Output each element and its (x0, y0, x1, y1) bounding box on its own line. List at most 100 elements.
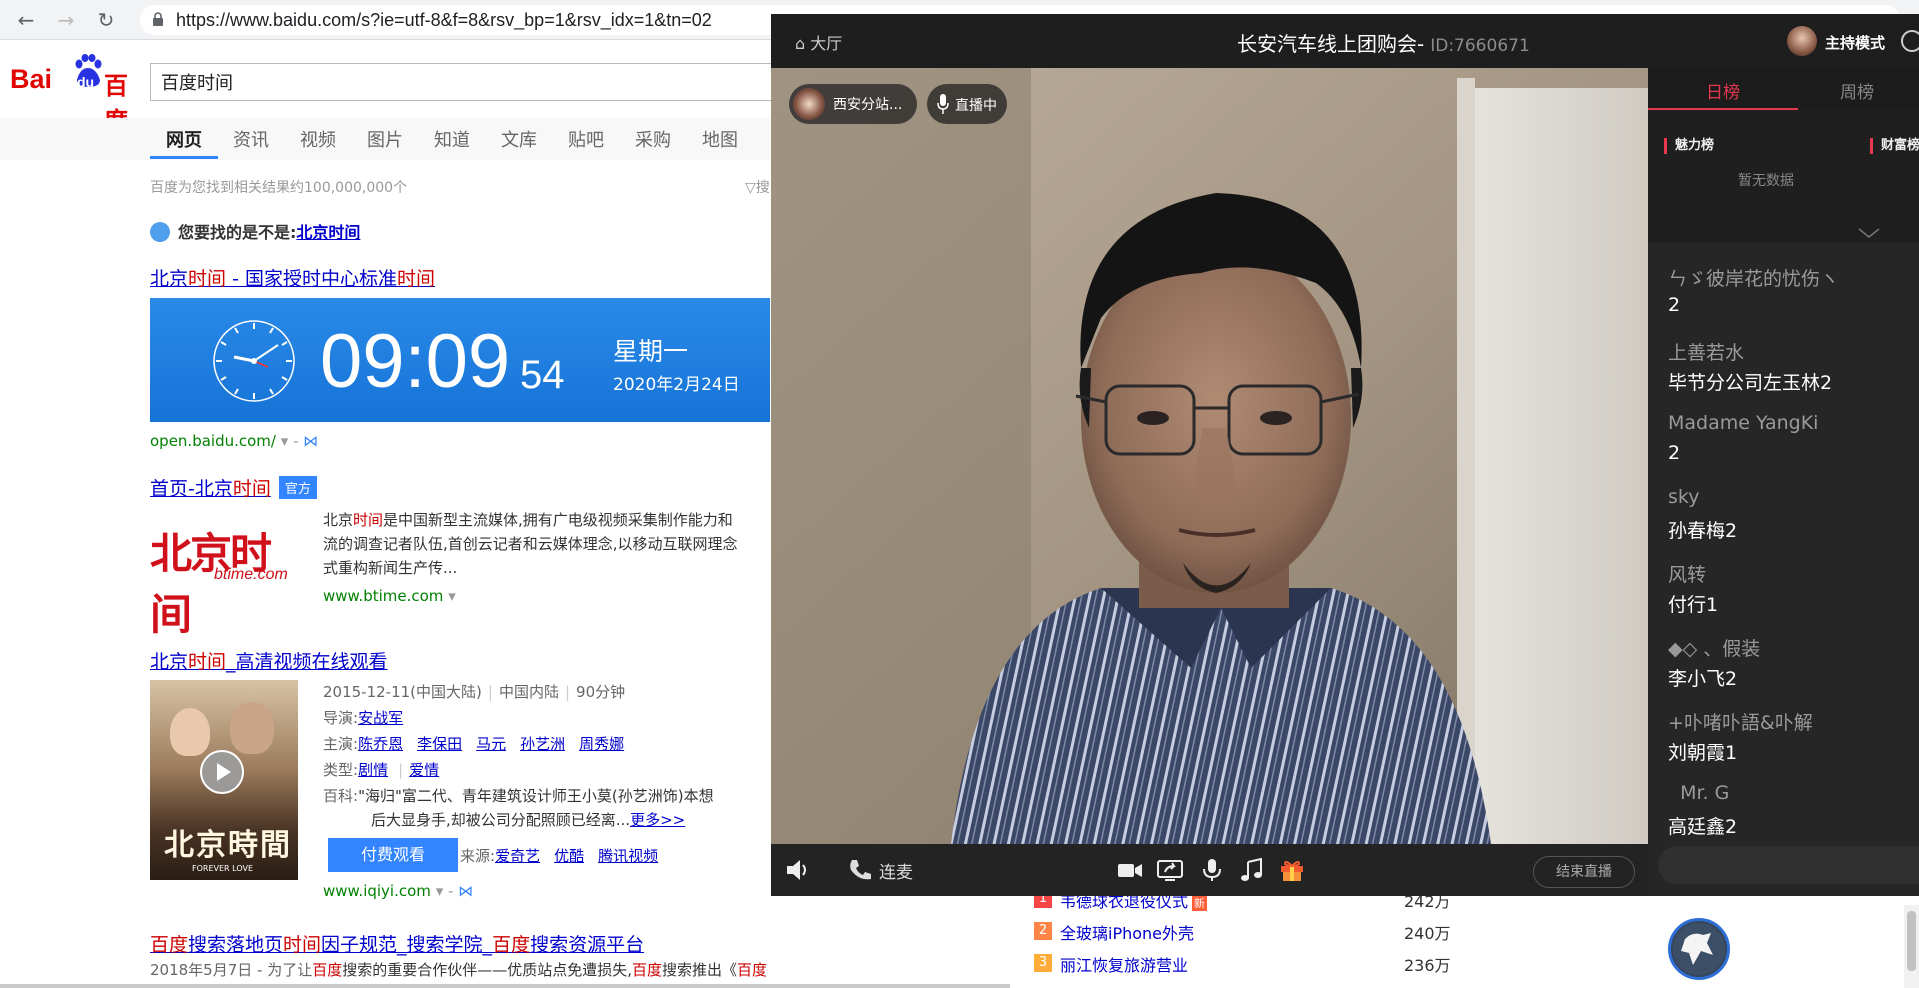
url-text: https://www.baidu.com/s?ie=utf-8&f=8&rsv… (176, 10, 712, 30)
phone-icon[interactable] (847, 858, 873, 882)
time-widget: 09:09 54 星期一 2020年2月24日 (150, 298, 770, 422)
mic-icon[interactable] (1199, 858, 1225, 882)
more-link[interactable]: 更多>> (630, 811, 685, 829)
result-url-2[interactable]: www.btime.com ▾ (323, 587, 456, 605)
chat-username: ㄣゞ彼岸花的忧伤ヽ (1668, 268, 1840, 290)
user-avatar[interactable] (1668, 918, 1730, 980)
chat-message: 2 (1668, 294, 1681, 316)
poster-figure (170, 708, 210, 756)
cast-link[interactable]: 陈乔恩 (358, 735, 403, 753)
tab-zhidao[interactable]: 知道 (434, 126, 470, 152)
result-url-3[interactable]: www.iqiyi.com ▾ - ⋈ (323, 882, 473, 900)
url-dropdown[interactable]: ▾ (448, 587, 456, 605)
hall-button[interactable]: ⌂ 大厅 (795, 30, 842, 54)
url-dropdown[interactable]: ▾ - (281, 432, 299, 450)
source-link[interactable]: 腾讯视频 (598, 847, 658, 865)
tab-purchase[interactable]: 采购 (635, 126, 671, 152)
scrollbar-thumb[interactable] (1907, 911, 1916, 971)
separator: | (487, 683, 493, 701)
source-link[interactable]: 优酷 (554, 847, 584, 865)
poster-figure (230, 702, 274, 754)
page-scrollbar[interactable] (1904, 905, 1919, 988)
tab-weekly-rank[interactable]: 周榜 (1840, 78, 1874, 103)
title-highlight: 百度 (150, 934, 189, 956)
result-title-4[interactable]: 百度搜索落地页时间因子规范_搜索学院_百度搜索资源平台 (150, 930, 644, 957)
btime-logo[interactable]: 北京时间 btime.com (150, 520, 298, 639)
live-id: ID:7660671 (1430, 36, 1530, 56)
tab-news[interactable]: 资讯 (233, 126, 269, 152)
search-tools[interactable]: ▽搜 (745, 177, 770, 197)
did-you-mean-prefix: 您要找的是不是: (178, 223, 297, 242)
title-highlight: 时间 (188, 651, 227, 673)
tab-wenku[interactable]: 文库 (501, 126, 537, 152)
region: 中国内陆 (498, 683, 559, 701)
duration: 90分钟 (576, 683, 626, 701)
search-box[interactable] (150, 63, 790, 101)
gift-icon[interactable] (1279, 858, 1305, 882)
title-part: 搜索资源平台 (530, 934, 645, 956)
director-link[interactable]: 安战军 (358, 709, 403, 727)
result-title-1[interactable]: 北京时间 - 国家授时中心标准时间 (150, 264, 435, 291)
result-title-3[interactable]: 北京时间_高清视频在线观看 (150, 647, 388, 674)
result-title-2[interactable]: 首页-北京时间 官方 (150, 474, 317, 501)
live-header: ⌂ 大厅 长安汽车线上团购会- ID:7660671 主持模式 (771, 14, 1919, 68)
tab-video[interactable]: 视频 (300, 126, 336, 152)
reload-icon[interactable]: ↻ (94, 8, 118, 32)
lock-icon (153, 12, 163, 26)
logo-du: du (77, 74, 95, 90)
separator: | (398, 761, 404, 779)
search-input[interactable] (151, 64, 789, 100)
end-live-button[interactable]: 结束直播 (1533, 856, 1635, 888)
volume-icon[interactable] (785, 858, 811, 882)
chevron-down-icon[interactable] (1858, 228, 1880, 238)
host-mode-label[interactable]: 主持模式 (1825, 32, 1885, 53)
chat-message: 高廷鑫2 (1668, 816, 1738, 838)
back-icon[interactable]: ← (14, 8, 38, 32)
charm-rank-label[interactable]: 魅力榜 (1664, 138, 1714, 154)
avatar-figure-icon (1673, 923, 1725, 975)
screen-share-icon[interactable] (1157, 858, 1183, 882)
host-avatar[interactable] (1787, 26, 1817, 56)
music-icon[interactable] (1239, 858, 1265, 882)
desc-part: 2018年5月7日 - 为了让 (150, 961, 313, 979)
play-icon[interactable] (200, 750, 244, 794)
tab-tieba[interactable]: 贴吧 (568, 126, 604, 152)
did-you-mean-link[interactable]: 北京时间 (296, 223, 360, 242)
cast-link[interactable]: 孙艺洲 (520, 735, 565, 753)
result-url-1[interactable]: open.baidu.com/ ▾ - ⋈ (150, 432, 318, 450)
hot-item[interactable]: 2 全玻璃iPhone外壳 240万 (1034, 918, 1474, 948)
desc-highlight: 百度 (312, 961, 343, 979)
paw-icon (150, 222, 170, 242)
genre-link[interactable]: 爱情 (409, 761, 439, 779)
pay-watch-button[interactable]: 付费观看 (328, 838, 458, 872)
hot-item[interactable]: 3 丽江恢复旅游营业 236万 (1034, 950, 1474, 980)
video-frame (771, 68, 1648, 844)
settings-gear-icon[interactable] (1901, 30, 1919, 52)
genre-label: 类型: (323, 761, 359, 779)
movie-genre: 类型:剧情 | 爱情 (323, 759, 453, 780)
cast-link[interactable]: 马元 (476, 735, 506, 753)
chat-input[interactable] (1658, 846, 1919, 884)
tab-daily-rank[interactable]: 日榜 (1706, 78, 1740, 103)
cast-link[interactable]: 周秀娜 (579, 735, 624, 753)
title-highlight: 时间 (283, 934, 322, 956)
tab-webpage[interactable]: 网页 (166, 126, 202, 152)
genre-link[interactable]: 剧情 (358, 761, 388, 779)
source-link[interactable]: 爱奇艺 (495, 847, 540, 865)
cast-link[interactable]: 李保田 (417, 735, 462, 753)
tab-map[interactable]: 地图 (702, 126, 738, 152)
bow-icon: ⋈ (303, 432, 319, 450)
wealth-rank-label[interactable]: 财富榜 (1870, 138, 1919, 154)
wiki-text: 后大显身手,却被公司分配照顾已经离... (371, 811, 631, 829)
station-badge[interactable]: 西安分站... (789, 84, 917, 124)
camera-icon[interactable] (1117, 858, 1143, 882)
movie-poster[interactable]: 北京時間 FOREVER LOVE (150, 680, 298, 880)
live-status-badge: 直播中 (927, 84, 1007, 124)
tab-images[interactable]: 图片 (367, 126, 403, 152)
baidu-logo[interactable]: Bai du 百度 (10, 52, 140, 135)
url-dropdown[interactable]: ▾ - (436, 882, 454, 900)
hot-value: 240万 (1404, 924, 1451, 943)
live-video[interactable]: 西安分站... 直播中 (771, 68, 1648, 844)
lianmai-label[interactable]: 连麦 (879, 858, 913, 883)
forward-icon[interactable]: → (54, 8, 78, 32)
